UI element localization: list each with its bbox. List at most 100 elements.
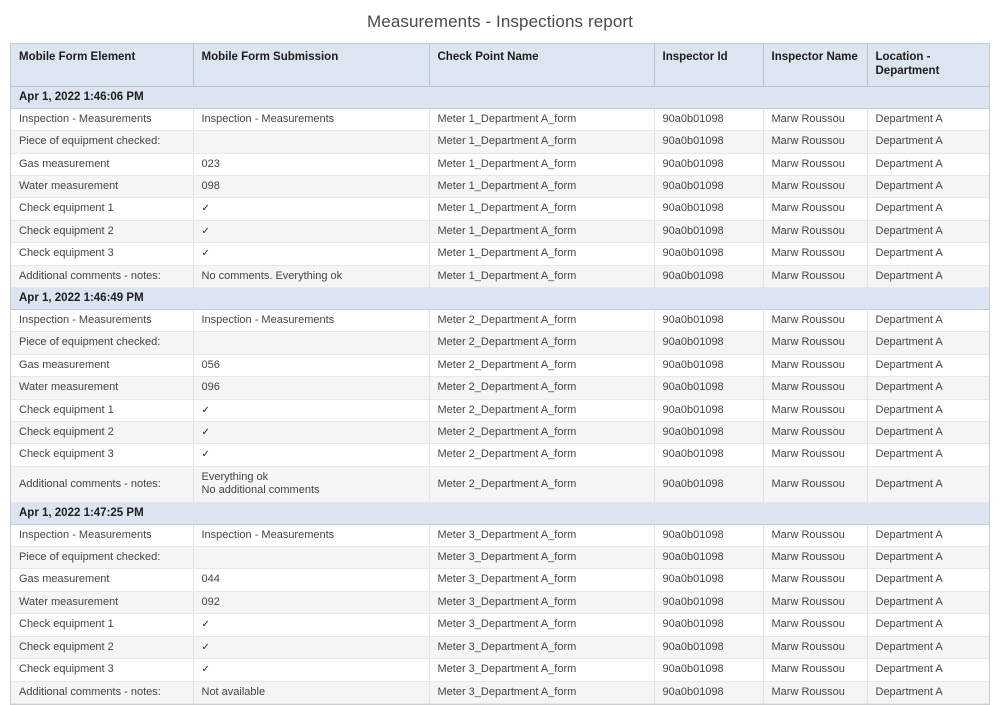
cell-check-point-name: Meter 1_Department A_form — [429, 220, 655, 244]
cell-mobile-form-submission: ✓ — [193, 399, 430, 423]
cell-inspector-id: 90a0b01098 — [654, 443, 764, 467]
cell-location-department: Department A — [867, 443, 989, 467]
group-header-row: Apr 1, 2022 1:47:25 PM — [11, 501, 989, 525]
check-icon: ✓ — [201, 664, 210, 676]
cell-mobile-form-submission: Inspection - Measurements — [193, 309, 430, 333]
cell-mobile-form-element: Additional comments - notes: — [11, 265, 194, 289]
cell-check-point-name: Meter 2_Department A_form — [429, 331, 655, 355]
cell-inspector-id: 90a0b01098 — [654, 524, 764, 548]
table-header: Mobile Form Element Mobile Form Submissi… — [11, 44, 989, 87]
cell-mobile-form-submission: Everything ok No additional comments — [193, 466, 430, 503]
cell-check-point-name: Meter 1_Department A_form — [429, 265, 655, 289]
cell-inspector-name: Marw Roussou — [763, 242, 868, 266]
cell-mobile-form-submission: 096 — [193, 376, 430, 400]
cell-inspector-id: 90a0b01098 — [654, 636, 764, 660]
cell-location-department: Department A — [867, 636, 989, 660]
table-row: Check equipment 2 ✓ Meter 3_Department A_f… — [11, 636, 989, 660]
table-row: Piece of equipment checked: Meter 3_Depar… — [11, 546, 989, 570]
cell-mobile-form-submission: Not available — [193, 681, 430, 704]
cell-inspector-id: 90a0b01098 — [654, 613, 764, 637]
cell-check-point-name: Meter 1_Department A_form — [429, 153, 655, 176]
cell-inspector-name: Marw Roussou — [763, 108, 868, 132]
cell-mobile-form-submission: ✓ — [193, 658, 430, 682]
cell-inspector-name: Marw Roussou — [763, 591, 868, 615]
cell-mobile-form-element: Inspection - Measurements — [11, 108, 194, 132]
cell-inspector-name: Marw Roussou — [763, 376, 868, 400]
cell-check-point-name: Meter 3_Department A_form — [429, 636, 655, 660]
cell-check-point-name: Meter 2_Department A_form — [429, 354, 655, 378]
report-table-container: Mobile Form Element Mobile Form Submissi… — [10, 43, 990, 705]
cell-location-department: Department A — [867, 466, 989, 503]
cell-location-department: Department A — [867, 568, 989, 592]
cell-mobile-form-element: Water measurement — [11, 376, 194, 400]
cell-inspector-name: Marw Roussou — [763, 524, 868, 548]
cell-location-department: Department A — [867, 130, 989, 154]
group-header-row: Apr 1, 2022 1:46:49 PM — [11, 287, 989, 310]
table-row: Inspection - Measurements Inspection - Me… — [11, 524, 989, 548]
cell-location-department: Department A — [867, 309, 989, 333]
table-row: Check equipment 3 ✓ Meter 3_Department A_f… — [11, 658, 989, 682]
column-header-check-point-name: Check Point Name — [429, 44, 655, 87]
cell-mobile-form-submission: ✓ — [193, 242, 430, 266]
cell-mobile-form-submission: 023 — [193, 153, 430, 176]
cell-inspector-id: 90a0b01098 — [654, 568, 764, 592]
cell-mobile-form-element: Piece of equipment checked: — [11, 130, 194, 154]
cell-check-point-name: Meter 1_Department A_form — [429, 197, 655, 221]
cell-check-point-name: Meter 3_Department A_form — [429, 524, 655, 548]
cell-inspector-name: Marw Roussou — [763, 153, 868, 176]
cell-mobile-form-submission — [193, 130, 430, 154]
cell-mobile-form-element: Gas measurement — [11, 568, 194, 592]
cell-check-point-name: Meter 1_Department A_form — [429, 108, 655, 132]
cell-inspector-id: 90a0b01098 — [654, 466, 764, 503]
cell-inspector-name: Marw Roussou — [763, 466, 868, 503]
column-header-inspector-id: Inspector Id — [654, 44, 764, 87]
cell-mobile-form-element: Additional comments - notes: — [11, 681, 194, 704]
cell-inspector-name: Marw Roussou — [763, 130, 868, 154]
cell-mobile-form-element: Check equipment 3 — [11, 242, 194, 266]
cell-location-department: Department A — [867, 399, 989, 423]
cell-inspector-name: Marw Roussou — [763, 421, 868, 445]
cell-inspector-name: Marw Roussou — [763, 658, 868, 682]
group-header-row: Apr 1, 2022 1:46:06 PM — [11, 85, 989, 109]
table-row: Additional comments - notes: No comments.… — [11, 265, 989, 289]
table-header-row: Mobile Form Element Mobile Form Submissi… — [11, 44, 989, 87]
cell-inspector-name: Marw Roussou — [763, 546, 868, 570]
cell-mobile-form-submission: ✓ — [193, 421, 430, 445]
cell-mobile-form-submission: 092 — [193, 591, 430, 615]
cell-mobile-form-submission: Inspection - Measurements — [193, 108, 430, 132]
cell-mobile-form-submission: ✓ — [193, 197, 430, 221]
table-row: Inspection - Measurements Inspection - Me… — [11, 108, 989, 132]
page-title: Measurements - Inspections report — [367, 12, 633, 31]
cell-check-point-name: Meter 3_Department A_form — [429, 591, 655, 615]
cell-mobile-form-element: Inspection - Measurements — [11, 309, 194, 333]
cell-mobile-form-element: Check equipment 2 — [11, 421, 194, 445]
group-timestamp: Apr 1, 2022 1:46:49 PM — [11, 287, 989, 310]
table-row: Water measurement 098 Meter 1_Department A… — [11, 175, 989, 199]
cell-mobile-form-element: Piece of equipment checked: — [11, 331, 194, 355]
cell-check-point-name: Meter 2_Department A_form — [429, 466, 655, 503]
cell-location-department: Department A — [867, 220, 989, 244]
cell-mobile-form-submission: No comments. Everything ok — [193, 265, 430, 289]
table-row: Check equipment 2 ✓ Meter 1_Department A_f… — [11, 220, 989, 244]
check-icon: ✓ — [201, 404, 210, 416]
check-icon: ✓ — [201, 225, 210, 237]
cell-inspector-name: Marw Roussou — [763, 613, 868, 637]
cell-location-department: Department A — [867, 354, 989, 378]
cell-inspector-id: 90a0b01098 — [654, 265, 764, 289]
cell-inspector-id: 90a0b01098 — [654, 331, 764, 355]
cell-location-department: Department A — [867, 197, 989, 221]
cell-mobile-form-element: Additional comments - notes: — [11, 466, 194, 503]
cell-inspector-name: Marw Roussou — [763, 197, 868, 221]
cell-mobile-form-submission: 056 — [193, 354, 430, 378]
cell-inspector-id: 90a0b01098 — [654, 421, 764, 445]
check-icon: ✓ — [201, 641, 210, 653]
cell-mobile-form-submission: ✓ — [193, 443, 430, 467]
cell-check-point-name: Meter 2_Department A_form — [429, 399, 655, 423]
cell-check-point-name: Meter 1_Department A_form — [429, 175, 655, 199]
column-header-mobile-form-element: Mobile Form Element — [11, 44, 194, 87]
cell-location-department: Department A — [867, 658, 989, 682]
cell-mobile-form-element: Check equipment 2 — [11, 220, 194, 244]
cell-inspector-name: Marw Roussou — [763, 568, 868, 592]
cell-location-department: Department A — [867, 376, 989, 400]
check-icon: ✓ — [201, 449, 210, 461]
